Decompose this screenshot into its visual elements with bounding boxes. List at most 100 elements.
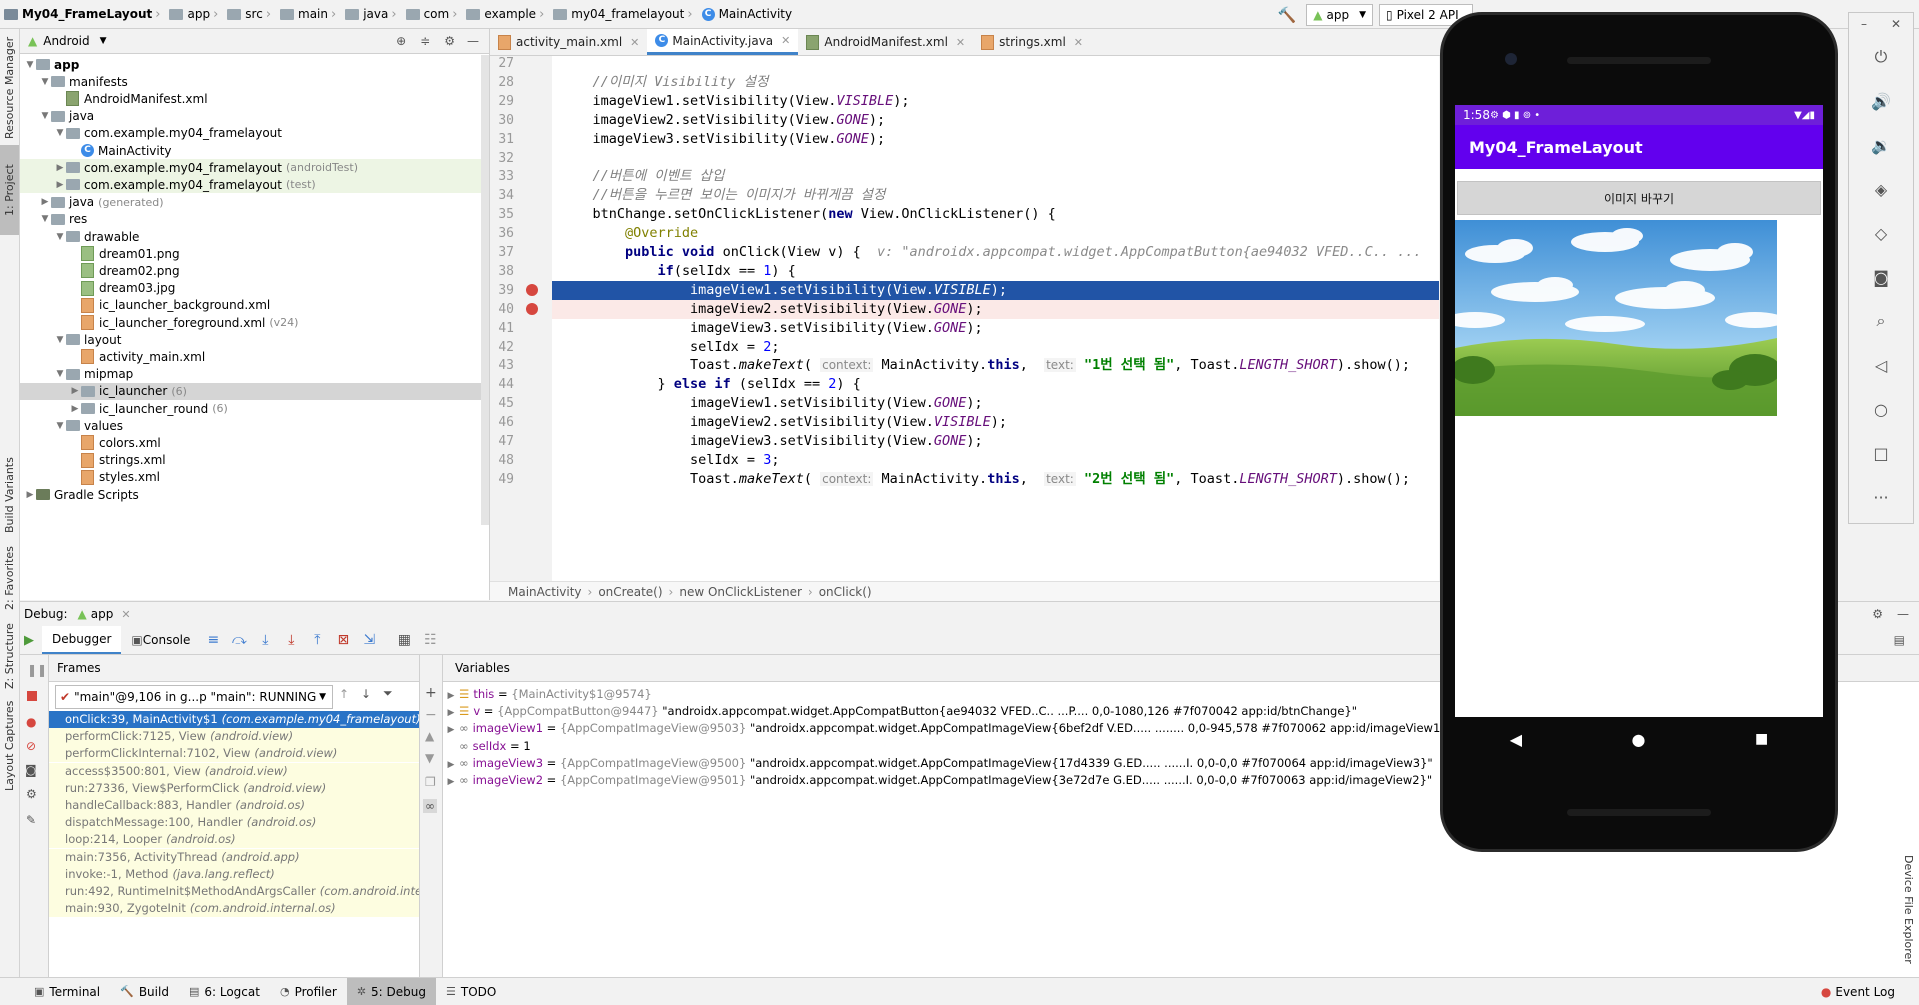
chevron-down-icon[interactable]: ▼	[54, 232, 66, 242]
tab-device-file-explorer[interactable]: Device File Explorer	[1899, 849, 1918, 969]
chevron-down-icon[interactable]: ▼	[24, 60, 36, 70]
debug-config-tab[interactable]: app	[91, 607, 114, 621]
filter-icon[interactable]: ⏷	[383, 686, 393, 701]
code-line[interactable]: selIdx = 3;	[552, 451, 1439, 470]
force-step-into-icon[interactable]: ⤓	[283, 632, 299, 648]
stack-frame[interactable]: onClick:39, MainActivity$1 (com.example.m…	[49, 711, 419, 728]
editor-breadcrumb-item[interactable]: onCreate()	[598, 585, 662, 599]
tab-androidmanifest-xml[interactable]: AndroidManifest.xml ✕	[798, 29, 973, 55]
breadcrumb-item[interactable]: my04_framelayout ›	[553, 7, 697, 22]
code-line[interactable]: imageView1.setVisibility(View.VISIBLE);	[552, 92, 1439, 111]
chevron-down-icon[interactable]: ▼	[39, 214, 51, 224]
tree-item[interactable]: ▼ java	[20, 108, 489, 125]
breadcrumb-item[interactable]: java ›	[345, 7, 401, 22]
stack-frame[interactable]: performClickInternal:7102, View (android.…	[49, 745, 419, 763]
code-line[interactable]: Toast.makeText( context: MainActivity.th…	[552, 356, 1439, 375]
back-icon[interactable]: ◀	[1510, 730, 1522, 749]
back-icon[interactable]: ◁	[1849, 351, 1913, 379]
chevron-right-icon[interactable]: ▶	[69, 404, 81, 414]
rotate-right-icon[interactable]: ◇	[1849, 219, 1913, 247]
chevron-down-icon[interactable]: ▼	[54, 335, 66, 345]
editor-breadcrumb-item[interactable]: new OnClickListener	[679, 585, 802, 599]
code-line[interactable]: //이미지 Visibility 설정	[552, 73, 1439, 92]
tree-item[interactable]: colors.xml	[20, 434, 489, 451]
tree-item[interactable]: dream03.jpg	[20, 280, 489, 297]
scrollbar[interactable]	[481, 55, 489, 525]
drop-frame-icon[interactable]: ⊠	[335, 632, 351, 648]
stack-frame[interactable]: main:930, ZygoteInit (com.android.interna…	[49, 900, 419, 918]
code-line[interactable]: //버튼을 누르면 보이는 이미지가 바뀌게끔 설정	[552, 186, 1439, 205]
close-icon[interactable]: ✕	[121, 608, 130, 621]
tab-strings-xml[interactable]: strings.xml ✕	[973, 29, 1091, 55]
tree-item[interactable]: dream01.png	[20, 245, 489, 262]
editor-gutter[interactable]: 27 28 29 30 31 32 33 34 35 36 37 38 39 40 41 42 43 44 45 46…	[490, 56, 553, 581]
tree-item[interactable]: ic_launcher_background.xml	[20, 297, 489, 314]
tool-tab-todo[interactable]: ☰ TODO	[436, 978, 506, 1005]
tab-favorites[interactable]: 2: Favorites	[0, 541, 19, 615]
code-line[interactable]: imageView2.setVisibility(View.GONE);	[552, 111, 1439, 130]
code-line[interactable]: public void onClick(View v) { v: "androi…	[552, 243, 1439, 262]
mute-breakpoints-icon[interactable]: ⊘	[26, 739, 36, 753]
stop-icon[interactable]	[27, 691, 37, 701]
breakpoint-icon[interactable]	[526, 302, 538, 315]
tree-item[interactable]: ▶ Gradle Scripts	[20, 486, 489, 503]
stack-frame[interactable]: run:492, RuntimeInit$MethodAndArgsCaller…	[49, 883, 419, 900]
rotate-left-icon[interactable]: ◈	[1849, 175, 1913, 203]
stack-frame[interactable]: invoke:-1, Method (java.lang.reflect)	[49, 865, 419, 883]
evaluate-expression-icon[interactable]: ▦	[396, 632, 412, 648]
layout-icon[interactable]: ▤	[1894, 633, 1905, 647]
change-image-button[interactable]: 이미지 바꾸기	[1457, 181, 1821, 215]
code-line[interactable]: imageView1.setVisibility(View.VISIBLE);	[552, 280, 1439, 300]
resume-icon[interactable]: ▶	[24, 633, 34, 648]
run-config-select[interactable]: ▲ app ▼	[1306, 4, 1373, 26]
camera-icon[interactable]: ◙	[1849, 263, 1913, 291]
event-log-button[interactable]: Event Log	[1835, 985, 1895, 999]
tree-item[interactable]: ▶ java (generated)	[20, 194, 489, 211]
thread-select[interactable]: ✔ "main"@9,106 in g...p "main": RUNNING …	[55, 685, 333, 709]
tree-item[interactable]: ▼ app	[20, 56, 489, 73]
show-execution-point-icon[interactable]: ≡	[205, 632, 221, 648]
minimize-icon[interactable]: –	[1861, 17, 1867, 31]
project-view-select[interactable]: Android	[43, 34, 89, 48]
locate-icon[interactable]: ⊕	[396, 34, 406, 48]
camera-icon[interactable]: ◙	[25, 763, 37, 777]
step-into-icon[interactable]: ⤓	[257, 632, 273, 648]
tool-tab-terminal[interactable]: ▣ Terminal	[24, 978, 110, 1005]
emulator-screen[interactable]: 1:58 ⚙ ⬢ ▮ ⊚ • ▼◢▮ My04_FrameLayout 이미지 …	[1455, 105, 1823, 717]
tree-item[interactable]: dream02.png	[20, 262, 489, 279]
home-icon[interactable]: ○	[1849, 395, 1913, 423]
breadcrumb-item[interactable]: C MainActivity	[701, 7, 792, 21]
tab-project[interactable]: 1: Project	[0, 145, 19, 235]
chevron-down-icon[interactable]: ▼	[100, 36, 107, 46]
tool-tab-5-debug[interactable]: ✲ 5: Debug	[346, 978, 436, 1005]
breadcrumb-item[interactable]: app ›	[169, 7, 223, 22]
stack-frame[interactable]: loop:214, Looper (android.os)	[49, 831, 419, 849]
tree-item[interactable]: activity_main.xml	[20, 348, 489, 365]
tree-item[interactable]: ▶ com.example.my04_framelayout (androidTes…	[20, 159, 489, 177]
stack-frame[interactable]: main:7356, ActivityThread (android.app)	[49, 848, 419, 866]
breakpoint-icon[interactable]	[526, 283, 538, 296]
minimize-icon[interactable]: —	[467, 34, 479, 48]
chevron-right-icon[interactable]: ▶	[24, 490, 36, 500]
tab-mainactivity-java[interactable]: C MainActivity.java ✕	[647, 29, 799, 55]
trace-icon[interactable]: ☷	[422, 632, 438, 648]
tool-tab-6-logcat[interactable]: ▤ 6: Logcat	[179, 978, 270, 1005]
move-down-icon[interactable]: ▼	[425, 751, 434, 765]
breadcrumb-item[interactable]: main ›	[280, 7, 341, 22]
code-line[interactable]: imageView3.setVisibility(View.GONE);	[552, 432, 1439, 451]
copy-icon[interactable]: ❐	[425, 775, 436, 789]
chevron-down-icon[interactable]: ▼	[39, 77, 51, 87]
tree-item[interactable]: ic_launcher_foreground.xml (v24)	[20, 314, 489, 331]
code-line[interactable]: imageView1.setVisibility(View.GONE);	[552, 394, 1439, 413]
chevron-down-icon[interactable]: ▼	[54, 369, 66, 379]
stack-frame[interactable]: run:27336, View$PerformClick (android.vie…	[49, 779, 419, 797]
tree-item[interactable]: ▶ ic_launcher_round (6)	[20, 400, 489, 417]
chevron-right-icon[interactable]: ▶	[39, 197, 51, 207]
tree-item[interactable]: ▼ drawable	[20, 228, 489, 245]
gear-icon[interactable]: ⚙	[26, 787, 37, 801]
tree-item[interactable]: ▼ res	[20, 211, 489, 228]
gear-icon[interactable]: ⚙	[444, 34, 455, 48]
tab-debugger[interactable]: Debugger	[42, 626, 122, 654]
tool-tab-profiler[interactable]: ◔ Profiler	[270, 978, 347, 1005]
tree-item[interactable]: ▶ ic_launcher (6)	[20, 382, 489, 400]
